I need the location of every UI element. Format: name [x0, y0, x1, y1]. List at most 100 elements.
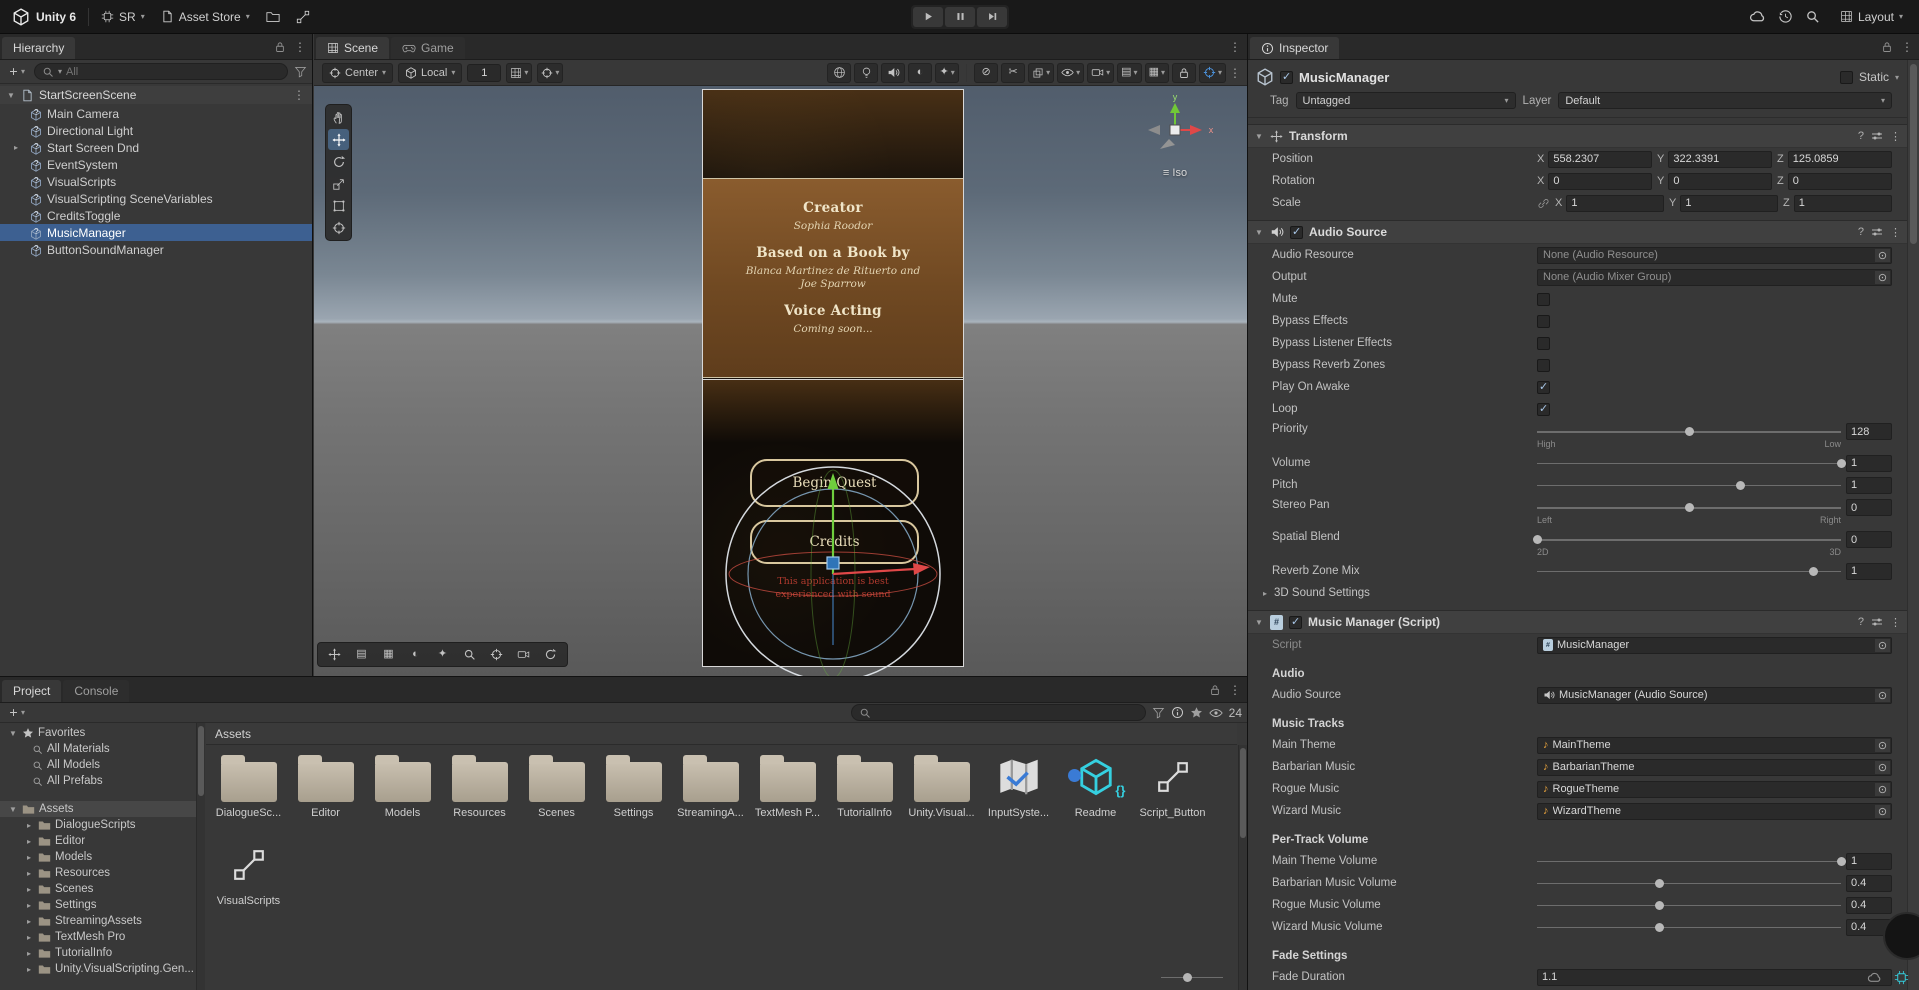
rotation-y-field[interactable] [1668, 172, 1772, 190]
main-theme-volume-value-field[interactable] [1846, 852, 1892, 870]
content-scrollbar[interactable] [1238, 745, 1247, 990]
component-header-audio-source[interactable]: ▼ Audio Source? ⋮ [1248, 220, 1907, 244]
rogue-music-volume-slider[interactable] [1537, 898, 1841, 912]
asset-store-menu[interactable]: Asset Store ▾ [153, 5, 258, 29]
kebab-menu-icon[interactable]: ⋮ [1229, 66, 1241, 80]
spatial-blend-value-field[interactable] [1846, 531, 1892, 548]
volume-slider[interactable] [1537, 456, 1846, 470]
scale-tool[interactable] [328, 173, 349, 194]
grid-snap-dropdown[interactable]: ▾ [506, 62, 533, 83]
unity-menu-button[interactable]: Unity 6 [4, 5, 84, 29]
hierarchy-item-buttonsoundmanager[interactable]: ? ButtonSoundManager [0, 241, 312, 258]
gizmos-dropdown[interactable]: ▾ [1198, 62, 1226, 83]
layout-dropdown[interactable]: Layout ▾ [1832, 5, 1911, 29]
hierarchy-search-input[interactable] [66, 65, 280, 78]
audio-toggle-button[interactable] [881, 62, 906, 83]
kebab-menu-icon[interactable]: ⋮ [293, 88, 305, 102]
expand-arrow-icon[interactable]: ▸ [24, 933, 34, 942]
undo-history-icon[interactable] [1778, 9, 1793, 24]
object-picker-icon[interactable]: ⊙ [1875, 248, 1890, 262]
object-picker-icon[interactable]: ⊙ [1875, 688, 1890, 702]
info-icon[interactable] [1171, 706, 1184, 719]
component-header-transform[interactable]: ▼ Transform? ⋮ [1248, 124, 1907, 148]
camera-dropdown[interactable]: ▾ [1087, 62, 1115, 83]
slider-handle[interactable] [1837, 458, 1846, 468]
asset-item-models[interactable]: Models [364, 750, 441, 834]
folder-item-editor[interactable]: ▸ Editor [0, 833, 196, 849]
effects-dropdown[interactable]: ✦ ▾ [935, 62, 960, 83]
inspector-scrollbar[interactable] [1907, 60, 1919, 990]
hierarchy-item-start-screen-dnd[interactable]: ▸? Start Screen Dnd [0, 139, 312, 156]
cutting-tool-button[interactable]: ✂ [1001, 62, 1026, 83]
bypass-listener-effects-checkbox[interactable] [1537, 336, 1550, 350]
folder-item-tutorialinfo[interactable]: ▸ TutorialInfo [0, 945, 196, 961]
expand-arrow-icon[interactable]: ▸ [24, 885, 34, 894]
hidden-objects-button[interactable]: ⊘ [974, 62, 999, 83]
layers-dropdown[interactable]: ▤ ▾ [1117, 62, 1142, 83]
asset-item-readme[interactable]: {} Readme [1057, 750, 1134, 834]
favorite-item-all-materials[interactable]: All Materials [0, 741, 196, 757]
barbarian-music-volume-value-field[interactable] [1846, 874, 1892, 892]
tab-inspector[interactable]: Inspector [1250, 37, 1340, 59]
object-picker-icon[interactable]: ⊙ [1875, 760, 1890, 774]
rogue-music-volume-value-field[interactable] [1846, 896, 1892, 914]
hierarchy-item-eventsystem[interactable]: ? EventSystem [0, 156, 312, 173]
object-picker-icon[interactable]: ⊙ [1875, 270, 1890, 284]
transform-gizmo[interactable] [702, 89, 964, 676]
play-on-awake-checkbox[interactable] [1537, 380, 1550, 394]
kebab-menu-icon[interactable]: ⋮ [1229, 683, 1241, 697]
static-dropdown-icon[interactable]: ▾ [1895, 73, 1899, 82]
overlay-lock-button[interactable] [1171, 62, 1196, 83]
version-control-menu[interactable]: SR ▾ [93, 5, 153, 29]
cloud-status-icon[interactable] [1867, 970, 1882, 985]
active-checkbox[interactable] [1280, 70, 1293, 84]
expand-arrow-icon[interactable]: ▸ [24, 901, 34, 910]
project-search-input[interactable] [874, 706, 1138, 719]
filter-icon[interactable] [294, 65, 307, 78]
stereo-pan-slider[interactable] [1537, 501, 1841, 515]
search-save-icon[interactable] [1152, 706, 1165, 719]
barbarian-music-volume-slider[interactable] [1537, 876, 1841, 890]
main-theme-volume-slider[interactable] [1537, 854, 1846, 868]
folder-item-resources[interactable]: ▸ Resources [0, 865, 196, 881]
snap-increment-dropdown[interactable]: ▾ [537, 62, 564, 83]
main-theme-object-field[interactable]: ♪ MainTheme ⊙ [1537, 736, 1892, 754]
slider-handle[interactable] [1654, 922, 1664, 932]
asset-item-textmesh-p[interactable]: TextMesh P... [749, 750, 826, 834]
expand-arrow-icon[interactable]: ▸ [1260, 589, 1270, 598]
folder-item-scenes[interactable]: ▸ Scenes [0, 881, 196, 897]
tree-scrollbar[interactable] [196, 723, 205, 990]
pause-button[interactable] [945, 6, 975, 27]
project-search-field[interactable] [850, 704, 1146, 721]
component-enabled-checkbox[interactable] [1290, 225, 1303, 239]
foldout-arrow-icon[interactable]: ▼ [1254, 132, 1264, 141]
spatial-blend-slider[interactable] [1533, 533, 1841, 547]
slider-handle[interactable] [1533, 535, 1542, 544]
audio-source-object-field[interactable]: MusicManager (Audio Source) ⊙ [1537, 686, 1892, 704]
priority-slider[interactable] [1537, 425, 1841, 439]
slider-handle[interactable] [1654, 878, 1664, 888]
help-icon[interactable]: ? [1858, 226, 1864, 238]
overlay-camera-button[interactable] [511, 645, 536, 665]
reverb-zone-mix-value-field[interactable] [1846, 562, 1892, 580]
hierarchy-search-field[interactable]: ▾ [34, 63, 288, 80]
services-button[interactable] [288, 5, 318, 29]
asset-item-settings[interactable]: Settings [595, 750, 672, 834]
mute-checkbox[interactable] [1537, 292, 1550, 306]
kebab-menu-icon[interactable]: ⋮ [1890, 226, 1901, 239]
kebab-menu-icon[interactable]: ⋮ [1890, 130, 1901, 143]
priority-value-field[interactable] [1846, 423, 1892, 440]
foldout-3d-sound-settings[interactable]: ▸ 3D Sound Settings [1248, 582, 1907, 604]
foldout-arrow-icon[interactable]: ▼ [1254, 618, 1264, 627]
grid-size-field[interactable] [467, 63, 502, 82]
hierarchy-item-visualscripts[interactable]: ? VisualScripts [0, 173, 312, 190]
search-filter-chevron[interactable]: ▾ [58, 67, 62, 76]
slider-handle[interactable] [1735, 480, 1745, 490]
bypass-effects-checkbox[interactable] [1537, 314, 1550, 328]
tab-console[interactable]: Console [63, 680, 130, 702]
asset-item-tutorialinfo[interactable]: TutorialInfo [826, 750, 903, 834]
kebab-menu-icon[interactable]: ⋮ [1890, 616, 1901, 629]
tab-scene[interactable]: Scene [316, 37, 390, 59]
favorite-item-all-prefabs[interactable]: All Prefabs [0, 773, 196, 789]
scrollbar-thumb[interactable] [1910, 64, 1917, 244]
